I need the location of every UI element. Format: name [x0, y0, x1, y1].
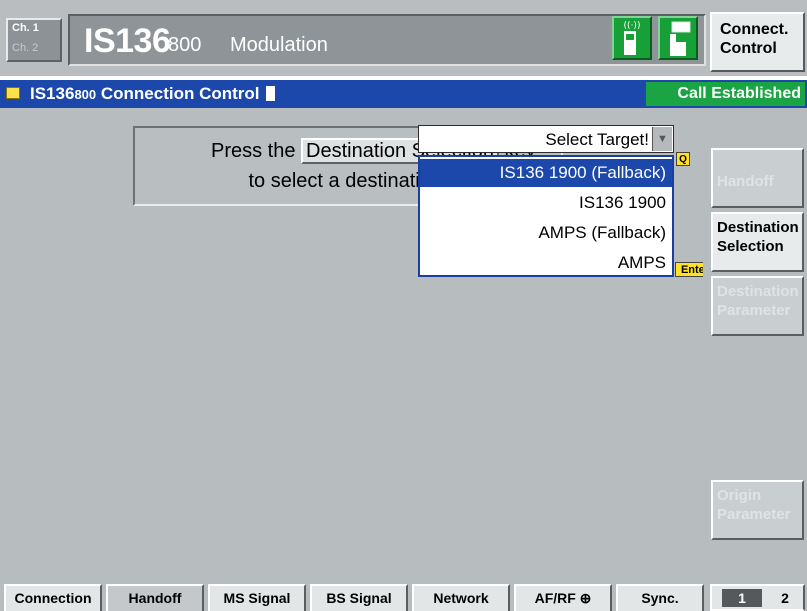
handoff-button[interactable]: Handoff — [711, 148, 804, 208]
tab-bs-signal[interactable]: BS Signal — [310, 584, 408, 611]
tab-connection[interactable]: Connection — [4, 584, 102, 611]
destination-selection-line1: Destination — [717, 219, 799, 236]
call-state-badge: Call Established — [646, 82, 805, 106]
list-item[interactable]: AMPS (Fallback) — [420, 219, 672, 247]
list-item[interactable]: AMPS — [420, 249, 672, 277]
svg-text:((·)): ((·)) — [624, 21, 641, 31]
destination-selection-button[interactable]: Destination Selection — [711, 212, 804, 272]
tab-sync[interactable]: Sync. — [616, 584, 704, 611]
tab-af-rf[interactable]: AF/RF ⊕ — [514, 584, 612, 611]
title-bar: Ch. 1 Ch. 2 IS136 800 Modulation ((·)) C… — [0, 0, 807, 76]
target-dropdown[interactable]: Select Target! ▼ — [418, 125, 674, 153]
origin-parameter-button[interactable]: Origin Parameter — [711, 480, 804, 540]
measurement-title: IS136 800 Modulation — [68, 14, 706, 66]
connect-control-line1: Connect. — [720, 21, 789, 38]
target-option-list[interactable]: IS136 1900 (Fallback) IS136 1900 AMPS (F… — [418, 155, 674, 277]
menu-indicator-icon — [6, 87, 20, 99]
tab-ms-signal[interactable]: MS Signal — [208, 584, 306, 611]
channel-1-label: Ch. 1 — [12, 22, 39, 34]
connect-control-line2: Control — [720, 40, 777, 57]
page-2[interactable]: 2 — [770, 589, 800, 607]
bottom-tab-bar: Connection Handoff MS Signal BS Signal N… — [0, 580, 807, 611]
title-standard: IS136 — [84, 22, 171, 60]
destination-parameter-line2: Parameter — [717, 302, 791, 319]
list-item[interactable]: IS136 1900 — [420, 189, 672, 217]
status-title-text: Connection Control — [100, 84, 260, 103]
list-item-selected[interactable]: IS136 1900 (Fallback) — [420, 159, 672, 187]
status-bar: IS136800 Connection Control Call Establi… — [0, 80, 807, 108]
page-selector[interactable]: 1 2 — [710, 584, 805, 611]
destination-parameter-line1: Destination — [717, 283, 799, 300]
mobile-phone-icon: ((·)) — [612, 16, 652, 60]
destination-parameter-button[interactable]: Destination Parameter — [711, 276, 804, 336]
dropdown-value: Select Target! — [545, 130, 649, 149]
title-mode: Modulation — [230, 34, 328, 56]
status-standard: IS136 — [30, 84, 75, 103]
connection-control-title: IS136800 Connection Control — [30, 84, 276, 104]
connect-control-button[interactable]: Connect. Control — [710, 12, 805, 72]
softkey-column: Handoff Destination Selection Destinatio… — [703, 108, 807, 580]
tab-handoff[interactable]: Handoff — [106, 584, 204, 611]
phone-status-icon — [266, 86, 276, 101]
origin-parameter-line1: Origin — [717, 487, 762, 504]
origin-parameter-line2: Parameter — [717, 506, 791, 523]
instruction-prefix: Press the — [211, 140, 296, 162]
channel-selector[interactable]: Ch. 1 Ch. 2 — [6, 18, 62, 62]
dropdown-arrow-icon[interactable]: ▼ — [652, 127, 672, 151]
quick-key-badge: Q — [676, 152, 690, 166]
status-band: 800 — [74, 87, 97, 102]
hand-pointer-icon — [658, 16, 698, 60]
tab-network[interactable]: Network — [412, 584, 510, 611]
page-1[interactable]: 1 — [722, 589, 762, 607]
title-band: 800 — [168, 34, 202, 56]
destination-selection-line2: Selection — [717, 238, 784, 255]
channel-2-label: Ch. 2 — [12, 42, 39, 54]
